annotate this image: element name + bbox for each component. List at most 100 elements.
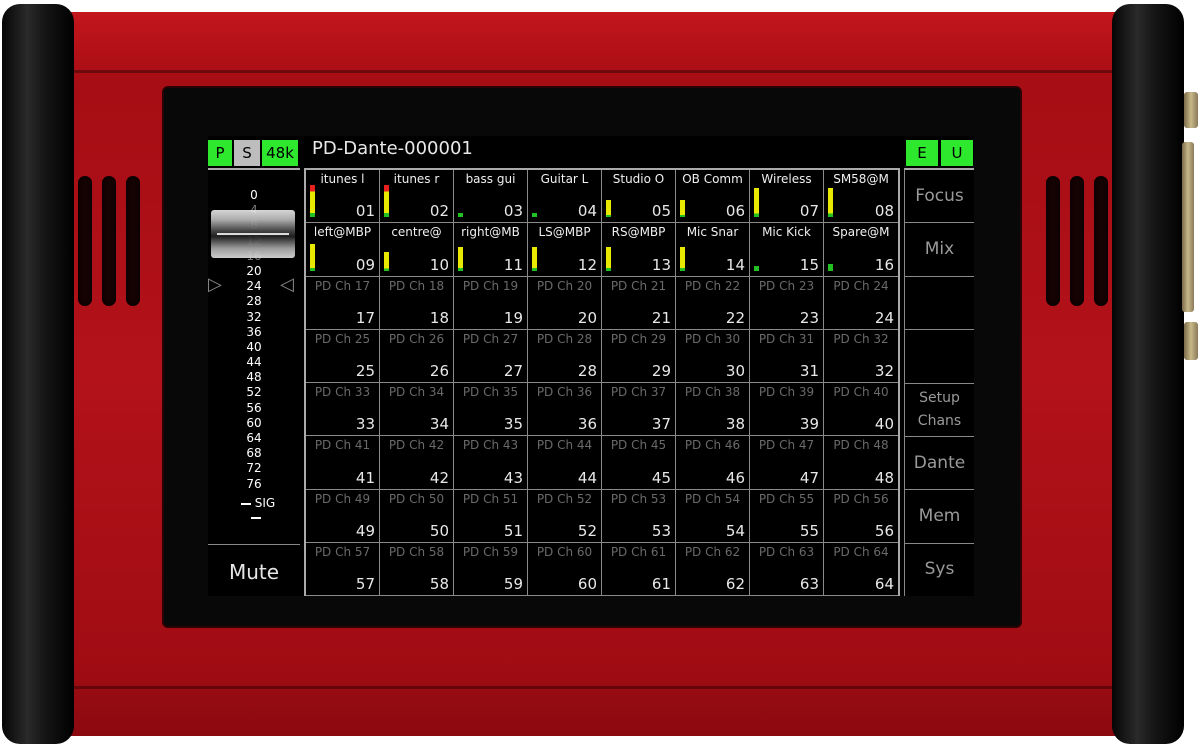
channel-cell[interactable]: PD Ch 38 38 [676, 383, 750, 437]
channel-cell[interactable]: PD Ch 29 29 [602, 329, 676, 383]
channel-cell[interactable]: PD Ch 47 47 [750, 436, 824, 490]
channel-cell[interactable]: PD Ch 46 46 [676, 436, 750, 490]
channel-cell[interactable]: Studio O 05 [602, 170, 676, 224]
softkey-sys[interactable]: Sys [905, 544, 974, 596]
softkey-focus[interactable]: Focus [905, 170, 974, 224]
channel-cell[interactable]: PD Ch 34 34 [380, 383, 454, 437]
channel-cell[interactable]: PD Ch 62 62 [676, 542, 750, 596]
channel-cell[interactable]: Mic Kick 15 [750, 223, 824, 277]
level-meter [532, 183, 537, 218]
channel-number: 60 [577, 575, 597, 593]
enclosure-ridge-top [62, 70, 1124, 73]
channel-cell[interactable]: PD Ch 26 26 [380, 329, 454, 383]
softkey-mem[interactable]: Mem [905, 490, 974, 544]
channel-cell[interactable]: PD Ch 37 37 [602, 383, 676, 437]
channel-name: PD Ch 61 [610, 544, 667, 559]
channel-cell[interactable]: PD Ch 21 21 [602, 276, 676, 330]
level-meter [532, 237, 537, 271]
channel-cell[interactable]: PD Ch 28 28 [528, 329, 602, 383]
channel-name: PD Ch 35 [462, 385, 519, 399]
channel-number: 32 [874, 362, 894, 380]
softkey-mix[interactable]: Mix [905, 223, 974, 277]
channel-cell[interactable]: PD Ch 39 39 [750, 383, 824, 437]
channel-cell[interactable]: PD Ch 51 51 [454, 489, 528, 543]
channel-cell[interactable]: PD Ch 55 55 [750, 489, 824, 543]
fader-knob[interactable] [211, 210, 295, 258]
channel-cell[interactable]: Guitar L 04 [528, 170, 602, 224]
channel-name: PD Ch 18 [388, 278, 445, 293]
mute-button[interactable]: Mute [208, 544, 300, 598]
channel-number: 25 [355, 362, 375, 380]
touch-screen: P S 48k PD-Dante-000001 E U 048121620242… [208, 136, 974, 596]
channel-number: 40 [874, 415, 894, 434]
s-button[interactable]: S [234, 140, 260, 166]
channel-cell[interactable]: PD Ch 49 49 [306, 489, 380, 543]
level-meter-fill [458, 246, 463, 271]
e-button[interactable]: E [906, 140, 938, 166]
channel-cell[interactable]: PD Ch 58 58 [380, 542, 454, 596]
channel-cell[interactable]: bass gui 03 [454, 170, 528, 224]
channel-cell[interactable]: itunes l 01 [306, 170, 380, 224]
channel-cell[interactable]: PD Ch 56 56 [824, 490, 898, 543]
channel-number: 51 [503, 521, 523, 540]
channel-cell[interactable]: Mic Snar 14 [676, 223, 750, 277]
sig-label: SIG [228, 496, 284, 524]
channel-number: 56 [874, 521, 894, 540]
channel-cell[interactable]: PD Ch 57 57 [306, 542, 380, 596]
channel-cell[interactable]: PD Ch 53 53 [602, 489, 676, 543]
channel-cell[interactable]: PD Ch 25 25 [306, 329, 380, 383]
channel-cell[interactable]: SM58@M 08 [824, 170, 898, 224]
softkey-blank-1[interactable] [905, 277, 974, 331]
channel-cell[interactable]: PD Ch 33 33 [306, 383, 380, 437]
channel-cell[interactable]: itunes r 02 [380, 170, 454, 224]
channel-cell[interactable]: PD Ch 63 63 [750, 542, 824, 596]
channel-cell[interactable]: PD Ch 50 50 [380, 489, 454, 543]
channel-cell[interactable]: PD Ch 43 43 [454, 436, 528, 490]
channel-cell[interactable]: PD Ch 32 32 [824, 330, 898, 383]
channel-cell[interactable]: RS@MBP 13 [602, 223, 676, 277]
channel-cell[interactable]: PD Ch 60 60 [528, 542, 602, 596]
channel-cell[interactable]: Spare@M 16 [824, 223, 898, 277]
channel-cell[interactable]: PD Ch 54 54 [676, 489, 750, 543]
channel-cell[interactable]: left@MBP 09 [306, 223, 380, 277]
channel-cell[interactable]: PD Ch 41 41 [306, 436, 380, 490]
channel-number: 18 [429, 308, 449, 327]
channel-cell[interactable]: PD Ch 19 19 [454, 276, 528, 330]
channel-cell[interactable]: PD Ch 52 52 [528, 489, 602, 543]
channel-cell[interactable]: OB Comm 06 [676, 170, 750, 224]
channel-cell[interactable]: PD Ch 48 48 [824, 436, 898, 490]
channel-cell[interactable]: PD Ch 45 45 [602, 436, 676, 490]
sample-rate-button[interactable]: 48k [262, 140, 298, 166]
channel-cell[interactable]: PD Ch 59 59 [454, 542, 528, 596]
channel-cell[interactable]: PD Ch 23 23 [750, 276, 824, 330]
channel-cell[interactable]: PD Ch 22 22 [676, 276, 750, 330]
channel-cell[interactable]: PD Ch 44 44 [528, 436, 602, 490]
softkey-setup-chans[interactable]: Setup Chans [905, 384, 974, 437]
channel-cell[interactable]: PD Ch 20 20 [528, 276, 602, 330]
channel-name: PD Ch 51 [462, 491, 519, 506]
channel-number: 53 [651, 521, 671, 540]
channel-number: 10 [429, 255, 449, 274]
channel-cell[interactable]: PD Ch 24 24 [824, 277, 898, 330]
channel-cell[interactable]: PD Ch 42 42 [380, 436, 454, 490]
channel-cell[interactable]: PD Ch 17 17 [306, 276, 380, 330]
channel-cell[interactable]: PD Ch 30 30 [676, 329, 750, 383]
p-button[interactable]: P [208, 140, 232, 166]
channel-cell[interactable]: PD Ch 31 31 [750, 329, 824, 383]
channel-cell[interactable]: Wireless 07 [750, 170, 824, 224]
softkey-dante[interactable]: Dante [905, 437, 974, 491]
channel-cell[interactable]: centre@ 10 [380, 223, 454, 277]
channel-cell[interactable]: PD Ch 36 36 [528, 383, 602, 437]
channel-cell[interactable]: PD Ch 18 18 [380, 276, 454, 330]
channel-cell[interactable]: LS@MBP 12 [528, 223, 602, 277]
u-button[interactable]: U [941, 140, 973, 166]
softkey-blank-2[interactable] [905, 330, 974, 384]
channel-cell[interactable]: PD Ch 40 40 [824, 383, 898, 437]
channel-cell[interactable]: PD Ch 27 27 [454, 329, 528, 383]
channel-name: PD Ch 44 [536, 438, 593, 453]
channel-cell[interactable]: PD Ch 64 64 [824, 543, 898, 596]
channel-cell[interactable]: right@MB 11 [454, 223, 528, 277]
channel-cell[interactable]: PD Ch 35 35 [454, 383, 528, 437]
channel-number: 42 [429, 468, 449, 487]
channel-cell[interactable]: PD Ch 61 61 [602, 542, 676, 596]
